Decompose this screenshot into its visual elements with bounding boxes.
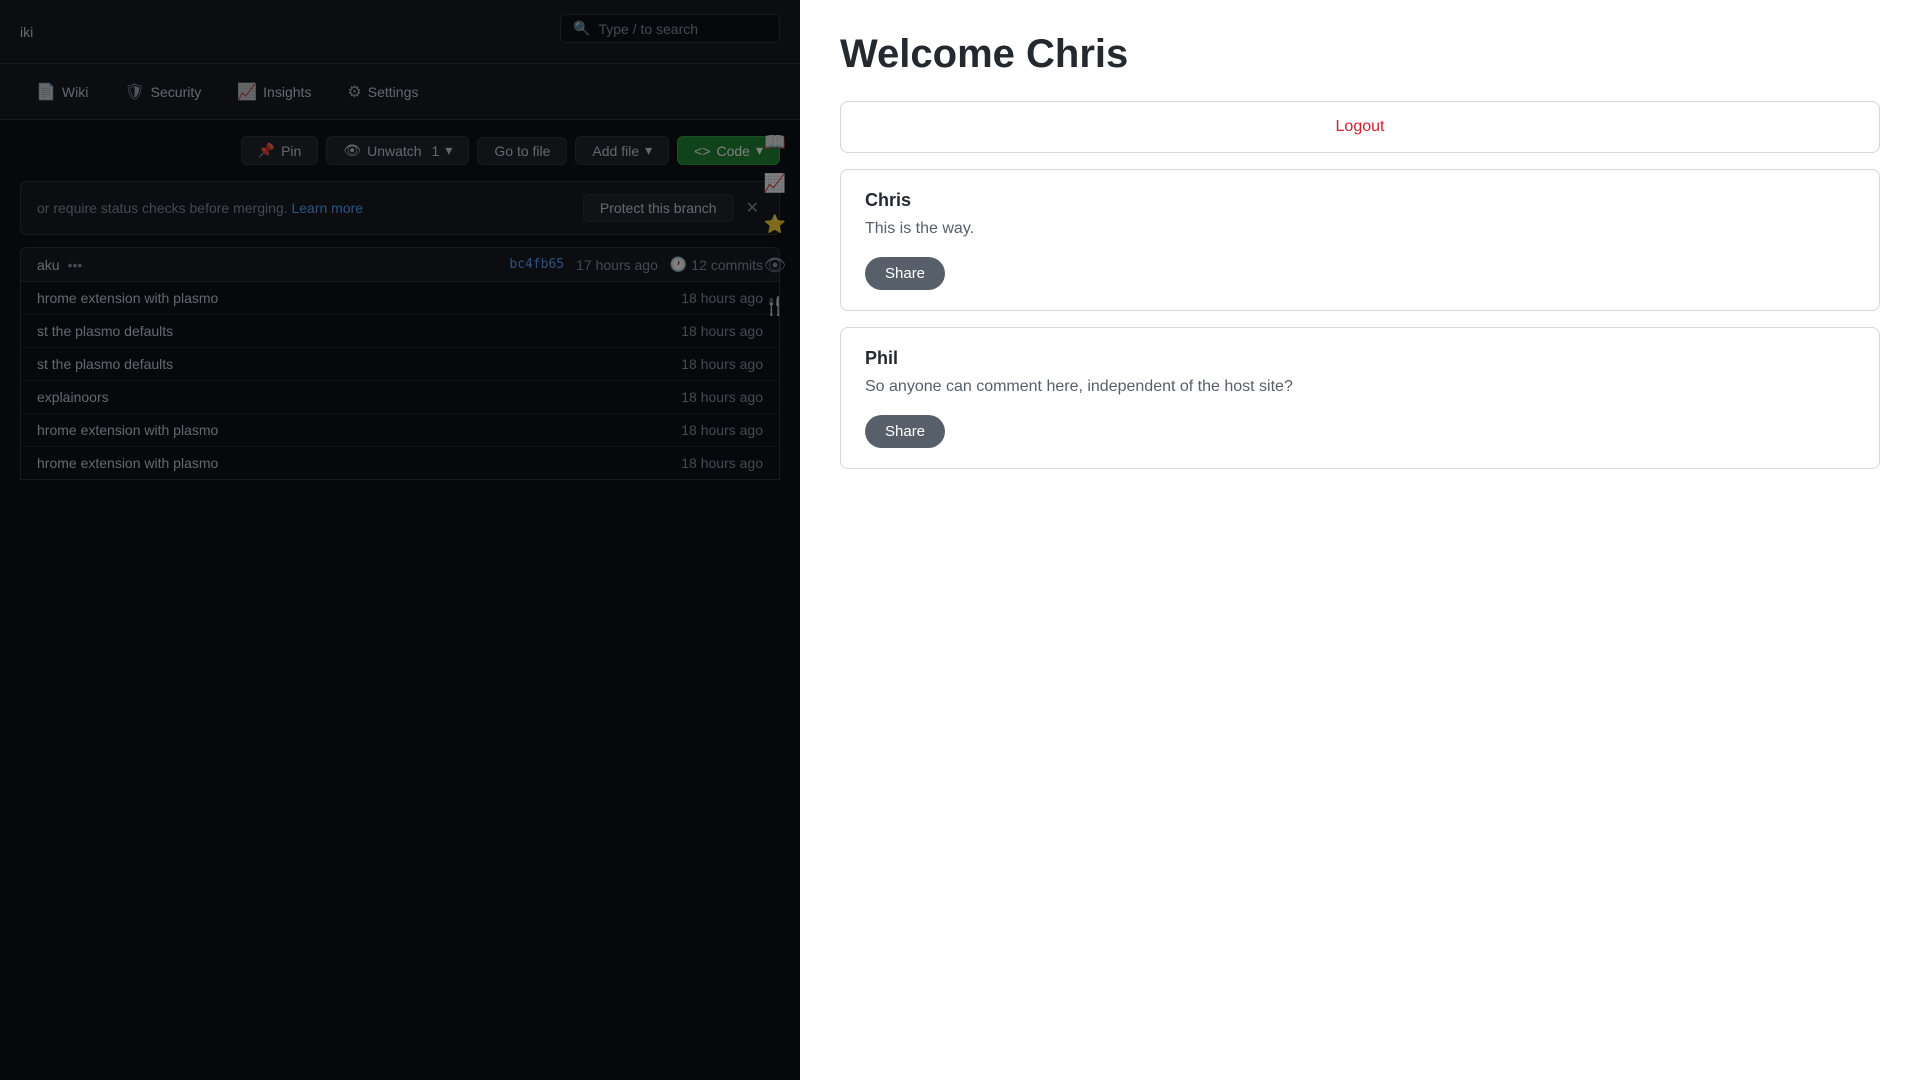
main-github-panel: iki 🔍 Type / to search 📄 Wiki 🛡 Security… (0, 0, 800, 1080)
add-file-button[interactable]: Add file ▾ (575, 136, 669, 165)
file-row: st the plasmo defaults 18 hours ago (21, 315, 779, 348)
branch-info: aku ••• (37, 257, 82, 273)
file-name[interactable]: hrome extension with plasmo (37, 455, 218, 471)
comment-author-phil: Phil (865, 348, 1855, 369)
tab-insights[interactable]: 📈 Insights (221, 74, 327, 110)
code-icon: <> (694, 143, 710, 159)
file-name[interactable]: hrome extension with plasmo (37, 422, 218, 438)
file-name[interactable]: st the plasmo defaults (37, 323, 173, 339)
top-nav: iki 🔍 Type / to search (0, 0, 800, 64)
commits-count: 12 (691, 257, 707, 273)
file-row: st the plasmo defaults 18 hours ago (21, 348, 779, 381)
overlay-panel: Welcome Chris Logout Chris This is the w… (800, 0, 1920, 1080)
book-icon[interactable]: 📖 (760, 128, 790, 157)
file-row: hrome extension with plasmo 18 hours ago (21, 447, 779, 479)
pin-button[interactable]: 📌 Pin (241, 136, 319, 165)
repo-name-label: iki (20, 24, 33, 40)
unwatch-count: 1 (432, 143, 440, 159)
logout-box: Logout (840, 101, 1880, 153)
branch-name: aku (37, 257, 60, 273)
add-file-label: Add file (592, 143, 639, 159)
pin-label: Pin (281, 143, 301, 159)
file-time: 18 hours ago (681, 356, 763, 372)
file-time: 18 hours ago (681, 455, 763, 471)
search-bar[interactable]: 🔍 Type / to search (560, 14, 780, 43)
branch-dots: ••• (68, 257, 83, 273)
file-name[interactable]: hrome extension with plasmo (37, 290, 218, 306)
commit-time: 17 hours ago (576, 257, 658, 273)
pin-icon: 📌 (258, 142, 275, 159)
protect-this-branch-button[interactable]: Protect this branch (583, 194, 734, 222)
protect-branch-banner: or require status checks before merging.… (20, 181, 780, 235)
eye-icon: 👁 (343, 142, 361, 159)
learn-more-link[interactable]: Learn more (291, 200, 363, 216)
file-time: 18 hours ago (681, 422, 763, 438)
share-button-phil[interactable]: Share (865, 415, 945, 448)
tab-wiki[interactable]: 📄 Wiki (20, 74, 104, 110)
file-row: hrome extension with plasmo 18 hours ago (21, 282, 779, 315)
tab-security[interactable]: 🛡 Security (108, 74, 217, 110)
add-file-chevron: ▾ (645, 142, 652, 159)
file-list: hrome extension with plasmo 18 hours ago… (20, 282, 780, 480)
welcome-title: Welcome Chris (840, 32, 1880, 77)
wiki-icon: 📄 (36, 82, 56, 102)
protect-text: or require status checks before merging.… (37, 200, 363, 216)
security-icon: 🛡 (124, 82, 144, 102)
file-row: hrome extension with plasmo 18 hours ago (21, 414, 779, 447)
go-to-file-button[interactable]: Go to file (477, 137, 567, 165)
comment-card-chris: Chris This is the way. Share (840, 169, 1880, 311)
tab-nav: 📄 Wiki 🛡 Security 📈 Insights ⚙ Settings (0, 64, 800, 120)
unwatch-label: Unwatch (367, 143, 421, 159)
file-row: explainoors 18 hours ago (21, 381, 779, 414)
code-label: Code (717, 143, 750, 159)
commit-row: aku ••• bc4fb65 17 hours ago 🕐 12 commit… (20, 247, 780, 282)
comment-text-chris: This is the way. (865, 217, 1855, 241)
sidebar-icons: 📖 📈 ⭐ 👁 🍴 (750, 120, 800, 329)
share-button-chris[interactable]: Share (865, 257, 945, 290)
insights-icon: 📈 (237, 82, 257, 102)
tab-settings[interactable]: ⚙ Settings (331, 74, 434, 110)
protect-description: or require status checks before merging. (37, 200, 288, 216)
tab-settings-label: Settings (368, 84, 419, 100)
protect-btn-label: Protect this branch (600, 200, 717, 216)
settings-icon: ⚙ (347, 82, 361, 102)
commit-hash[interactable]: bc4fb65 (509, 257, 564, 272)
comment-card-phil: Phil So anyone can comment here, indepen… (840, 327, 1880, 469)
unwatch-button[interactable]: 👁 Unwatch 1 ▾ (326, 136, 469, 165)
tab-wiki-label: Wiki (62, 84, 88, 100)
tab-security-label: Security (151, 84, 202, 100)
star-icon[interactable]: ⭐ (760, 210, 790, 239)
history-icon: 🕐 (670, 256, 687, 273)
search-icon: 🔍 (573, 20, 590, 37)
comment-text-phil: So anyone can comment here, independent … (865, 375, 1855, 399)
file-name[interactable]: explainoors (37, 389, 109, 405)
file-name[interactable]: st the plasmo defaults (37, 356, 173, 372)
dropdown-icon: ▾ (445, 142, 452, 159)
go-to-file-label: Go to file (494, 143, 550, 159)
fork-icon[interactable]: 🍴 (760, 292, 790, 321)
tab-insights-label: Insights (263, 84, 311, 100)
action-area: 📌 Pin 👁 Unwatch 1 ▾ Go to file Add file … (0, 120, 800, 181)
file-time: 18 hours ago (681, 389, 763, 405)
logout-button[interactable]: Logout (1336, 118, 1385, 136)
search-placeholder: Type / to search (598, 21, 698, 37)
comment-author-chris: Chris (865, 190, 1855, 211)
graph-icon[interactable]: 📈 (760, 169, 790, 198)
watch-icon[interactable]: 👁 (760, 251, 791, 280)
